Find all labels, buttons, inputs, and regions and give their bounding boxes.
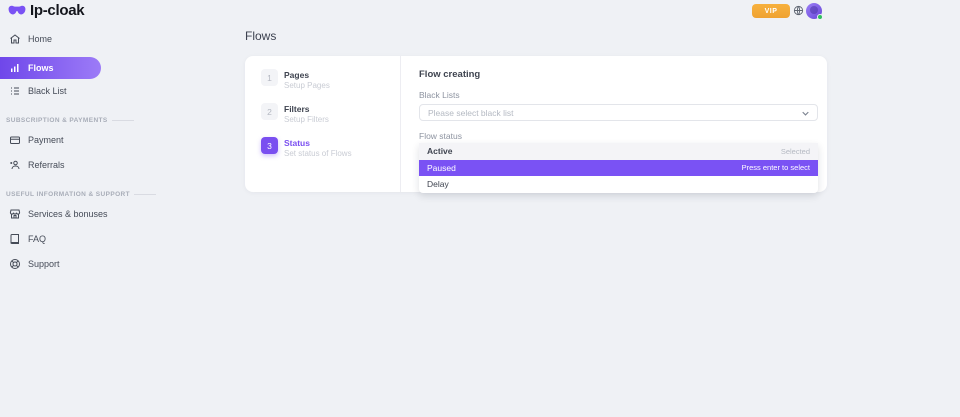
- option-hint: Press enter to select: [742, 163, 810, 172]
- sidebar-item-flows[interactable]: Flows: [0, 57, 101, 79]
- option-label: Delay: [427, 179, 449, 189]
- flow-status-label: Flow status: [419, 131, 818, 141]
- sidebar-item-label: FAQ: [28, 234, 46, 244]
- logo-text: Ip-cloak: [30, 2, 84, 19]
- app-root: Ip-cloak VIP Home: [0, 0, 960, 417]
- payment-icon: [9, 134, 21, 146]
- online-status-dot: [817, 14, 823, 20]
- form-title: Flow creating: [419, 69, 818, 80]
- section-title: USEFUL INFORMATION & SUPPORT: [6, 191, 130, 198]
- option-hint: Selected: [781, 147, 810, 156]
- step-subtitle: Setup Filters: [284, 115, 329, 124]
- step-subtitle: Set status of Flows: [284, 149, 352, 158]
- services-icon: [9, 208, 21, 220]
- sidebar-item-label: Flows: [28, 63, 54, 73]
- step-title: Pages: [284, 70, 330, 80]
- sidebar-item-label: Payment: [28, 135, 64, 145]
- step-title: Filters: [284, 104, 329, 114]
- form-column: Flow creating Black Lists Please select …: [419, 56, 818, 162]
- sidebar-item-support[interactable]: Support: [0, 253, 245, 274]
- black-lists-placeholder: Please select black list: [428, 108, 514, 118]
- section-title: SUBSCRIPTION & PAYMENTS: [6, 117, 108, 124]
- sidebar-item-home[interactable]: Home: [0, 29, 245, 49]
- step-filters[interactable]: 2 Filters Setup Filters: [261, 103, 400, 120]
- sidebar-item-referrals[interactable]: Referrals: [0, 154, 245, 175]
- referrals-icon: [9, 159, 21, 171]
- option-label: Paused: [427, 163, 456, 173]
- home-icon: [9, 33, 21, 45]
- sidebar-item-black-list[interactable]: Black List: [0, 81, 245, 101]
- sidebar-item-label: Referrals: [28, 160, 65, 170]
- option-delay[interactable]: Delay: [419, 176, 818, 193]
- step-number-badge: 2: [261, 103, 278, 120]
- sidebar-section-header: USEFUL INFORMATION & SUPPORT: [6, 189, 233, 199]
- main-content: Flows 1 Pages Setup Pages 2 Filters Setu…: [245, 22, 827, 192]
- black-lists-label: Black Lists: [419, 90, 818, 100]
- user-avatar[interactable]: [806, 3, 822, 19]
- section-rule: [112, 120, 134, 121]
- step-subtitle: Setup Pages: [284, 81, 330, 90]
- flow-status-dropdown: Active Selected Paused Press enter to se…: [419, 143, 818, 193]
- mask-logo-icon: [8, 4, 26, 17]
- sidebar-item-label: Black List: [28, 86, 67, 96]
- flow-creating-card: 1 Pages Setup Pages 2 Filters Setup Filt…: [245, 56, 827, 192]
- option-active[interactable]: Active Selected: [419, 143, 818, 160]
- sidebar-item-label: Home: [28, 34, 52, 44]
- step-title: Status: [284, 138, 352, 148]
- page-title: Flows: [245, 29, 827, 43]
- step-pages[interactable]: 1 Pages Setup Pages: [261, 69, 400, 86]
- sidebar-item-label: Support: [28, 259, 60, 269]
- sidebar-section-header: SUBSCRIPTION & PAYMENTS: [6, 115, 233, 125]
- support-icon: [9, 258, 21, 270]
- language-globe-icon[interactable]: [793, 5, 804, 16]
- step-number-badge: 3: [261, 137, 278, 154]
- flows-icon: [9, 62, 21, 74]
- chevron-down-icon: [802, 111, 809, 116]
- sidebar-item-payment[interactable]: Payment: [0, 129, 245, 150]
- section-rule: [134, 194, 156, 195]
- sidebar-item-services-bonuses[interactable]: Services & bonuses: [0, 203, 245, 224]
- black-list-icon: [9, 85, 21, 97]
- option-paused[interactable]: Paused Press enter to select: [419, 160, 818, 177]
- steps-column: 1 Pages Setup Pages 2 Filters Setup Filt…: [245, 56, 401, 192]
- step-status[interactable]: 3 Status Set status of Flows: [261, 137, 400, 154]
- faq-icon: [9, 233, 21, 245]
- black-lists-select[interactable]: Please select black list: [419, 104, 818, 121]
- sidebar: Home Flows Black List SUBSCRIPTION & PAY…: [0, 22, 245, 417]
- logo[interactable]: Ip-cloak: [8, 2, 84, 19]
- sidebar-item-label: Services & bonuses: [28, 209, 108, 219]
- top-header: Ip-cloak VIP: [0, 0, 960, 22]
- sidebar-item-faq[interactable]: FAQ: [0, 228, 245, 249]
- step-number-badge: 1: [261, 69, 278, 86]
- vip-button[interactable]: VIP: [752, 4, 790, 18]
- option-label: Active: [427, 146, 453, 156]
